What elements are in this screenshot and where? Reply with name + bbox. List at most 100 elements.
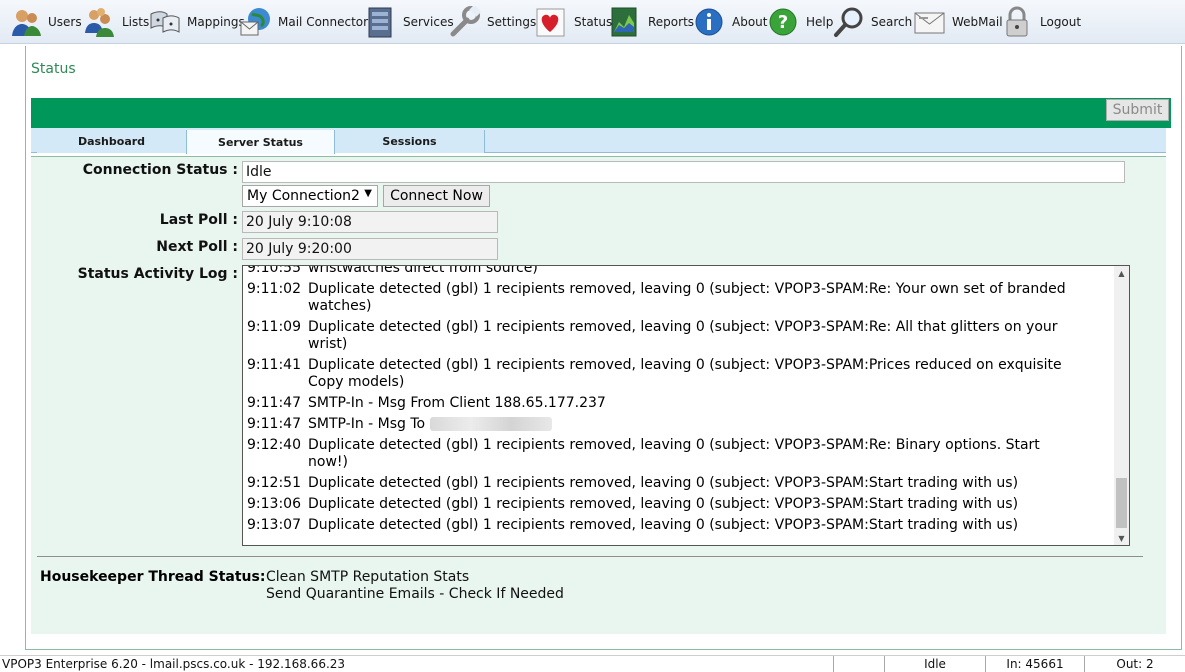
housekeeper-status-line: Send Quarantine Emails - Check If Needed [266, 586, 564, 602]
log-message: Duplicate detected (gbl) 1 recipients re… [308, 517, 1068, 534]
header-bar [31, 98, 1171, 128]
toolbar-mail-connectors[interactable]: Mail Connectors [240, 4, 374, 40]
log-scrollbar[interactable]: ▲ ▼ [1114, 266, 1129, 545]
mappings-icon [149, 6, 181, 38]
toolbar-label: Status [574, 15, 613, 29]
log-entry: 9:13:06 Duplicate detected (gbl) 1 recipi… [247, 496, 1097, 513]
svg-text:?: ? [778, 12, 788, 33]
toolbar-lists[interactable]: Lists [84, 4, 149, 40]
toolbar-search[interactable]: Search [833, 4, 912, 40]
log-message: SMTP-In - Msg To [308, 416, 1068, 433]
log-message: Duplicate detected (gbl) 1 recipients re… [308, 437, 1068, 471]
webmail-icon [914, 6, 946, 38]
connection-status-field: Idle [242, 161, 1125, 183]
toolbar-label: Mappings [187, 15, 245, 29]
connection-select[interactable]: My Connection2 ▼ [242, 185, 378, 207]
log-time: 9:13:06 [247, 496, 301, 512]
log-time: 9:11:09 [247, 319, 301, 335]
housekeeper-label: Housekeeper Thread Status: [40, 569, 266, 585]
log-entry: 9:12:51 Duplicate detected (gbl) 1 recipi… [247, 475, 1097, 492]
scroll-down-icon[interactable]: ▼ [1114, 531, 1129, 545]
next-poll-field: 20 July 9:20:00 [242, 238, 498, 260]
log-time: 9:13:07 [247, 517, 301, 533]
status-cell-empty [833, 656, 884, 672]
log-message: wristwatches direct from source) [308, 265, 1068, 277]
log-message-text: Duplicate detected (gbl) 1 recipients re… [308, 281, 1066, 314]
log-message: Duplicate detected (gbl) 1 recipients re… [308, 475, 1068, 492]
toolbar-users[interactable]: Users [10, 4, 82, 40]
tab-sessions[interactable]: Sessions [335, 130, 485, 153]
log-message-text: Duplicate detected (gbl) 1 recipients re… [308, 475, 1019, 491]
connection-state: Idle [884, 656, 985, 672]
log-entry: 9:12:40 Duplicate detected (gbl) 1 recipi… [247, 437, 1097, 471]
toolbar-help[interactable]: ? Help [768, 4, 833, 40]
log-message: SMTP-In - Msg From Client 188.65.177.237 [308, 395, 1068, 412]
mail-connectors-icon [240, 6, 272, 38]
log-entry: 9:11:47 SMTP-In - Msg From Client 188.65.… [247, 395, 1097, 412]
tab-server-status[interactable]: Server Status [186, 130, 335, 154]
toolbar-mappings[interactable]: Mappings [149, 4, 245, 40]
toolbar-services[interactable]: Services [365, 4, 454, 40]
log-time: 9:11:47 [247, 416, 301, 432]
status-activity-log[interactable]: 9:10:55 wristwatches direct from source) 9… [242, 265, 1130, 546]
toolbar-label: About [732, 15, 768, 29]
connection-select-value: My Connection2 [247, 188, 360, 204]
log-entry: 9:11:47 SMTP-In - Msg To [247, 416, 1097, 433]
lists-icon [84, 6, 116, 38]
log-entry: 9:13:07 Duplicate detected (gbl) 1 recipi… [247, 517, 1097, 534]
server-info: VPOP3 Enterprise 6.20 - lmail.pscs.co.uk… [2, 657, 346, 671]
log-message-text: SMTP-In - Msg To [308, 416, 426, 432]
connection-status-label: Connection Status : [82, 162, 238, 178]
housekeeper-status-line: Clean SMTP Reputation Stats [266, 569, 470, 585]
services-icon [365, 6, 397, 38]
toolbar-label: Reports [648, 15, 695, 29]
log-entry: 9:10:55 wristwatches direct from source) [247, 265, 1097, 277]
log-message-text: Duplicate detected (gbl) 1 recipients re… [308, 319, 1058, 352]
log-message-text: wristwatches direct from source) [308, 265, 538, 276]
log-time: 9:11:02 [247, 281, 301, 297]
out-count: Out: 2 [1084, 656, 1185, 672]
toolbar-label: Search [871, 15, 913, 29]
toolbar-about[interactable]: About [694, 4, 767, 40]
toolbar-label: Help [806, 15, 834, 29]
reports-icon [610, 6, 642, 38]
toolbar-status[interactable]: Status [536, 4, 612, 40]
lock-icon [1002, 6, 1034, 38]
toolbar-label: Settings [487, 15, 537, 29]
log-message: Duplicate detected (gbl) 1 recipients re… [308, 319, 1068, 353]
log-entry: 9:11:09 Duplicate detected (gbl) 1 recipi… [247, 319, 1097, 353]
log-time: 9:11:47 [247, 395, 301, 411]
users-icon [10, 6, 42, 38]
toolbar-webmail[interactable]: WebMail [914, 4, 1003, 40]
log-entry: 9:11:02 Duplicate detected (gbl) 1 recipi… [247, 281, 1097, 315]
log-message-text: Duplicate detected (gbl) 1 recipients re… [308, 437, 1040, 470]
log-message: Duplicate detected (gbl) 1 recipients re… [308, 281, 1068, 315]
chevron-down-icon: ▼ [364, 188, 372, 199]
activity-log-label: Status Activity Log : [77, 266, 238, 282]
log-time: 9:12:40 [247, 437, 301, 453]
last-poll-field: 20 July 9:10:08 [242, 211, 498, 233]
last-poll-label: Last Poll : [159, 212, 238, 228]
log-message: Duplicate detected (gbl) 1 recipients re… [308, 496, 1068, 513]
toolbar-label: Lists [122, 15, 150, 29]
tab-dashboard[interactable]: Dashboard [37, 130, 187, 153]
info-icon [694, 6, 726, 38]
search-icon [833, 6, 865, 38]
toolbar-settings[interactable]: Settings [449, 4, 536, 40]
next-poll-label: Next Poll : [156, 239, 238, 255]
status-bar: VPOP3 Enterprise 6.20 - lmail.pscs.co.uk… [0, 655, 1185, 672]
redacted-address [430, 417, 553, 431]
toolbar-label: Logout [1040, 15, 1082, 29]
scroll-thumb[interactable] [1116, 478, 1127, 528]
log-message-text: Duplicate detected (gbl) 1 recipients re… [308, 517, 1019, 533]
in-count: In: 45661 [985, 656, 1084, 672]
toolbar-reports[interactable]: Reports [610, 4, 694, 40]
submit-button[interactable]: Submit [1106, 99, 1169, 121]
settings-icon [449, 6, 481, 38]
toolbar-logout[interactable]: Logout [1002, 4, 1081, 40]
toolbar-label: Users [48, 15, 82, 29]
log-message-text: SMTP-In - Msg From Client 188.65.177.237 [308, 395, 606, 411]
scroll-up-icon[interactable]: ▲ [1114, 266, 1129, 280]
connect-now-button[interactable]: Connect Now [383, 185, 490, 207]
log-content: 9:10:55 wristwatches direct from source) 9… [247, 265, 1097, 538]
